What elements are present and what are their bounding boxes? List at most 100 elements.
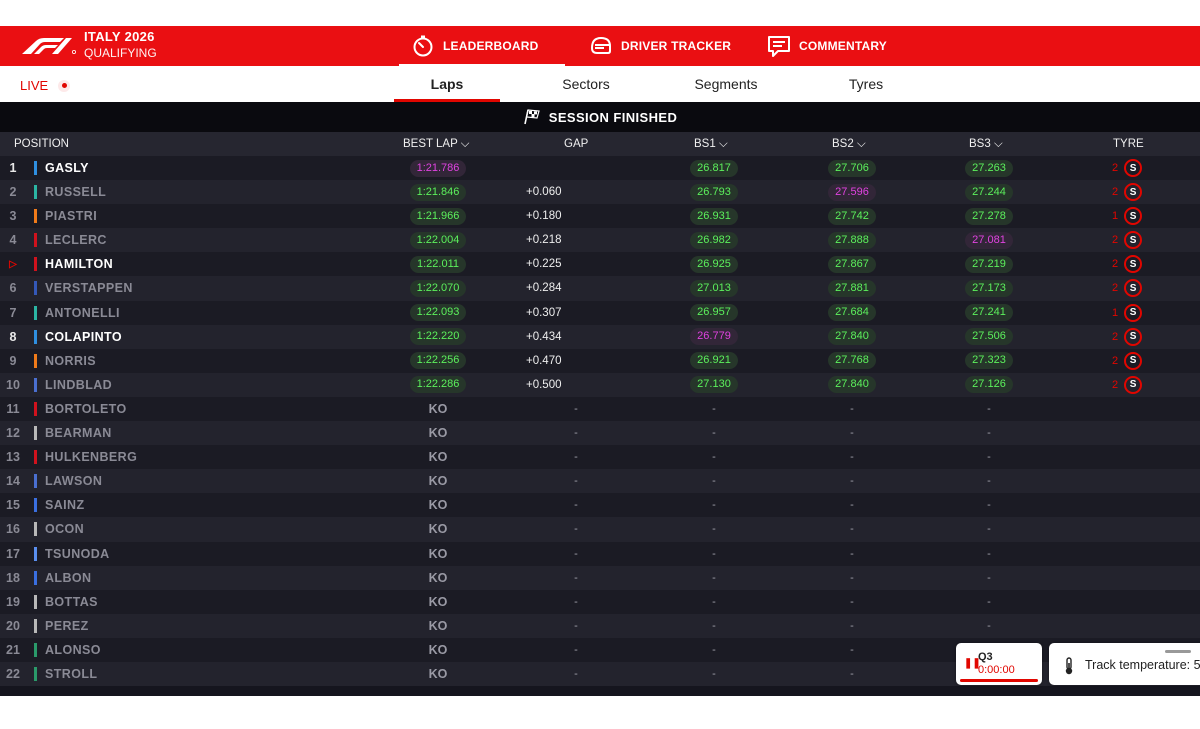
tab-laps[interactable]: Laps: [394, 66, 500, 102]
tyre-info[interactable]: 2S: [1112, 349, 1143, 373]
nav-commentary[interactable]: COMMENTARY: [767, 26, 887, 66]
driver-name[interactable]: BORTOLETO: [45, 397, 127, 421]
driver-name[interactable]: COLAPINTO: [45, 325, 122, 349]
tyre-info[interactable]: 2S: [1112, 156, 1143, 180]
driver-name[interactable]: LINDBLAD: [45, 373, 112, 397]
driver-name[interactable]: HAMILTON: [45, 252, 113, 276]
driver-name[interactable]: BEARMAN: [45, 421, 112, 445]
driver-position: 20: [6, 618, 20, 633]
track-temperature-card[interactable]: Track temperature: 5: [1049, 643, 1200, 685]
team-color-bar: [34, 522, 37, 537]
table-row[interactable]: 10 LINDBLAD 1:22.286 27.130 27.840 27.126 +0.5…: [0, 372, 1200, 397]
table-row[interactable]: 6 VERSTAPPEN 1:22.070 27.013 27.881 27.173 +0.…: [0, 276, 1200, 301]
table-row[interactable]: 18 ALBON KO - - - -: [0, 565, 1200, 590]
dash-placeholder: -: [574, 523, 578, 536]
table-row[interactable]: 15 SAINZ KO - - - -: [0, 493, 1200, 518]
driver-name[interactable]: STROLL: [45, 662, 97, 686]
tyre-info[interactable]: 2S: [1112, 373, 1143, 397]
tyre-info[interactable]: 2S: [1112, 228, 1143, 252]
header-bs2[interactable]: BS2 ⌵: [832, 138, 866, 151]
tyre-info[interactable]: 2S: [1112, 276, 1143, 300]
driver-position: 22: [6, 666, 20, 681]
driver-name[interactable]: GASLY: [45, 156, 89, 180]
driver-name[interactable]: PEREZ: [45, 614, 89, 638]
dash-placeholder: -: [987, 499, 991, 512]
team-color-bar: [34, 233, 37, 248]
driver-name[interactable]: OCON: [45, 517, 84, 541]
table-row[interactable]: 4 LECLERC 1:22.004 26.982 27.888 27.081 +0.218…: [0, 228, 1200, 253]
header-best-lap[interactable]: BEST LAP ⌵: [403, 138, 469, 151]
cell-bs2: 27.881: [802, 276, 902, 300]
driver-name[interactable]: BOTTAS: [45, 590, 98, 614]
driver-name[interactable]: VERSTAPPEN: [45, 276, 133, 300]
table-row[interactable]: 8 COLAPINTO 1:22.220 26.779 27.840 27.506 +0.4…: [0, 324, 1200, 349]
driver-name[interactable]: HULKENBERG: [45, 445, 137, 469]
chevron-down-icon: ⌵: [856, 138, 866, 150]
nav-driver-tracker[interactable]: DRIVER TRACKER: [589, 26, 731, 66]
bs3-time: 27.506: [965, 328, 1013, 346]
driver-name[interactable]: SAINZ: [45, 493, 85, 517]
table-row[interactable]: 1 GASLY 1:21.786 26.817 27.706 27.263 2 S: [0, 156, 1200, 181]
session-timer-card[interactable]: ❚❚ Q3 0:00:00: [956, 643, 1042, 685]
chevron-down-icon: ⌵: [993, 138, 1003, 150]
table-row[interactable]: 19 BOTTAS KO - - - -: [0, 589, 1200, 614]
knocked-out-label: KO: [428, 474, 448, 489]
driver-name[interactable]: RUSSELL: [45, 180, 106, 204]
knocked-out-label: KO: [428, 450, 448, 465]
f1-logo[interactable]: [20, 34, 78, 56]
table-row[interactable]: 17 TSUNODA KO - - - -: [0, 541, 1200, 566]
driver-position: 9: [9, 353, 17, 368]
header-bs1[interactable]: BS1 ⌵: [694, 138, 728, 151]
driver-name[interactable]: PIASTRI: [45, 204, 97, 228]
driver-name[interactable]: ALONSO: [45, 638, 101, 662]
team-color-bar: [34, 281, 37, 296]
tab-tyres[interactable]: Tyres: [816, 66, 916, 102]
table-row[interactable]: 16 OCON KO - - - -: [0, 517, 1200, 542]
drag-handle[interactable]: [1165, 650, 1191, 653]
nav-leaderboard-label: LEADERBOARD: [443, 39, 539, 53]
table-row[interactable]: 3 PIASTRI 1:21.966 26.931 27.742 27.278 +0.180…: [0, 204, 1200, 229]
driver-name[interactable]: TSUNODA: [45, 542, 110, 566]
tyre-info[interactable]: 2S: [1112, 180, 1143, 204]
live-indicator[interactable]: LIVE: [20, 78, 71, 93]
driver-name[interactable]: LECLERC: [45, 228, 107, 252]
team-color-bar: [34, 401, 37, 416]
tyre-info[interactable]: 2S: [1112, 325, 1143, 349]
nav-leaderboard[interactable]: LEADERBOARD: [399, 26, 565, 67]
empty-cell: -: [664, 542, 764, 566]
team-color-bar: [34, 642, 37, 657]
track-temperature-text: Track temperature: 5: [1085, 658, 1200, 672]
tab-sectors[interactable]: Sectors: [536, 66, 636, 102]
table-row[interactable]: 2 RUSSELL 1:21.846 26.793 27.596 27.244 +0.060…: [0, 180, 1200, 205]
table-row[interactable]: ▷ HAMILTON 1:22.011 26.925 27.867 27.219 +0.22…: [0, 252, 1200, 277]
header-bs3[interactable]: BS3 ⌵: [969, 138, 1003, 151]
driver-name[interactable]: ANTONELLI: [45, 301, 120, 325]
tyre-info[interactable]: 1S: [1112, 204, 1143, 228]
table-row[interactable]: 7 ANTONELLI 1:22.093 26.957 27.684 27.241 +0.3…: [0, 300, 1200, 325]
tyre-info[interactable]: 1S: [1112, 301, 1143, 325]
table-row[interactable]: 14 LAWSON KO - - - -: [0, 469, 1200, 494]
driver-position: 1: [9, 161, 17, 175]
driver-name[interactable]: LAWSON: [45, 469, 102, 493]
header-best-lap-label: BEST LAP: [403, 138, 458, 150]
table-row[interactable]: 9 NORRIS 1:22.256 26.921 27.768 27.323 +0.470 2…: [0, 348, 1200, 373]
best-lap-time: 1:22.004: [409, 231, 467, 249]
cell-bs1: 27.130: [664, 373, 764, 397]
dash-placeholder: -: [850, 643, 854, 656]
team-color-bar: [34, 329, 37, 344]
tab-segments[interactable]: Segments: [676, 66, 776, 102]
driver-position: 8: [9, 329, 17, 344]
table-row[interactable]: 12 BEARMAN KO - - - -: [0, 421, 1200, 446]
tyre-info[interactable]: 2S: [1112, 252, 1143, 276]
empty-cell: -: [802, 590, 902, 614]
empty-cell: -: [664, 590, 764, 614]
header-bs3-label: BS3: [969, 138, 991, 150]
table-row[interactable]: 20 PEREZ KO - - - -: [0, 613, 1200, 638]
driver-name[interactable]: ALBON: [45, 566, 91, 590]
driver-name[interactable]: NORRIS: [45, 349, 96, 373]
empty-cell: -: [664, 397, 764, 421]
table-row[interactable]: 11 BORTOLETO KO - - - -: [0, 396, 1200, 422]
table-row[interactable]: 13 HULKENBERG KO - - - -: [0, 445, 1200, 470]
cell-bs2: 27.888: [802, 228, 902, 252]
dash-placeholder: -: [712, 451, 716, 464]
